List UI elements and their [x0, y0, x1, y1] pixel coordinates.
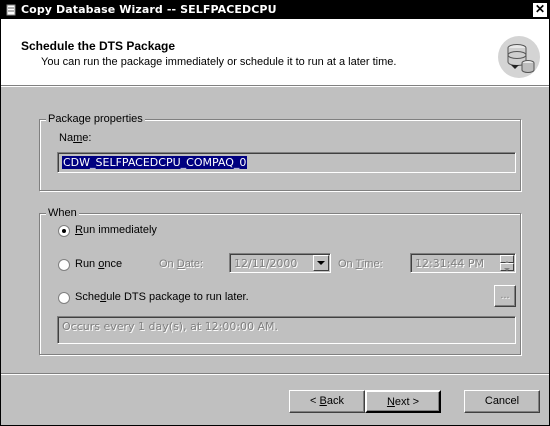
package-name-field[interactable]: CDW_SELFPACEDCPU_COMPAQ_0: [57, 152, 516, 173]
when-legend: When: [46, 207, 79, 219]
schedule-description-field: Occurs every 1 day(s), at 12:00:00 AM.: [57, 316, 516, 344]
header-separator: [1, 85, 549, 87]
schedule-ellipsis-button[interactable]: ...: [494, 285, 516, 307]
next-button[interactable]: Next >: [365, 390, 441, 413]
time-spin-down-button[interactable]: [500, 263, 514, 271]
on-time-label: On Time:: [338, 258, 383, 270]
run-once-radio[interactable]: [58, 259, 70, 271]
run-immediately-label[interactable]: Run immediately: [75, 224, 157, 236]
schedule-later-radio[interactable]: [58, 292, 70, 304]
page-title: Schedule the DTS Package: [21, 39, 176, 53]
title-bar: Copy Database Wizard -- SELFPACEDCPU ✕: [1, 1, 549, 19]
schedule-later-label[interactable]: Schedule DTS package to run later.: [75, 291, 249, 303]
copy-database-wizard-window: Copy Database Wizard -- SELFPACEDCPU ✕ S…: [0, 0, 550, 426]
database-schedule-icon: [498, 36, 540, 78]
back-button[interactable]: < Back: [289, 390, 365, 413]
on-date-label: On Date:: [159, 258, 204, 270]
run-immediately-radio[interactable]: [58, 225, 70, 237]
package-properties-legend: Package properties: [46, 113, 145, 125]
app-icon: [6, 4, 16, 16]
page-subtitle: You can run the package immediately or s…: [41, 56, 397, 68]
close-button[interactable]: ✕: [533, 3, 547, 17]
wizard-header: Schedule the DTS Package You can run the…: [1, 19, 549, 85]
package-name-value: CDW_SELFPACEDCPU_COMPAQ_0: [62, 156, 248, 169]
chevron-down-icon: [317, 261, 325, 265]
on-date-picker[interactable]: 12/11/2000: [229, 253, 331, 273]
schedule-description-text: Occurs every 1 day(s), at 12:00:00 AM.: [62, 320, 279, 333]
name-label: Name:: [59, 132, 92, 144]
close-icon: ✕: [534, 2, 546, 16]
date-dropdown-button[interactable]: [313, 255, 329, 271]
spin-down-icon: [504, 268, 510, 271]
on-time-picker[interactable]: 12:31:44 PM: [410, 253, 516, 273]
on-date-value: 12/11/2000: [234, 257, 298, 270]
window-title: Copy Database Wizard -- SELFPACEDCPU: [21, 3, 277, 16]
cancel-button[interactable]: Cancel: [464, 390, 540, 413]
on-time-value: 12:31:44 PM: [415, 257, 485, 270]
time-spin-up-button[interactable]: [500, 255, 514, 264]
footer-separator: [1, 373, 549, 375]
run-once-label[interactable]: Run once: [75, 258, 122, 270]
